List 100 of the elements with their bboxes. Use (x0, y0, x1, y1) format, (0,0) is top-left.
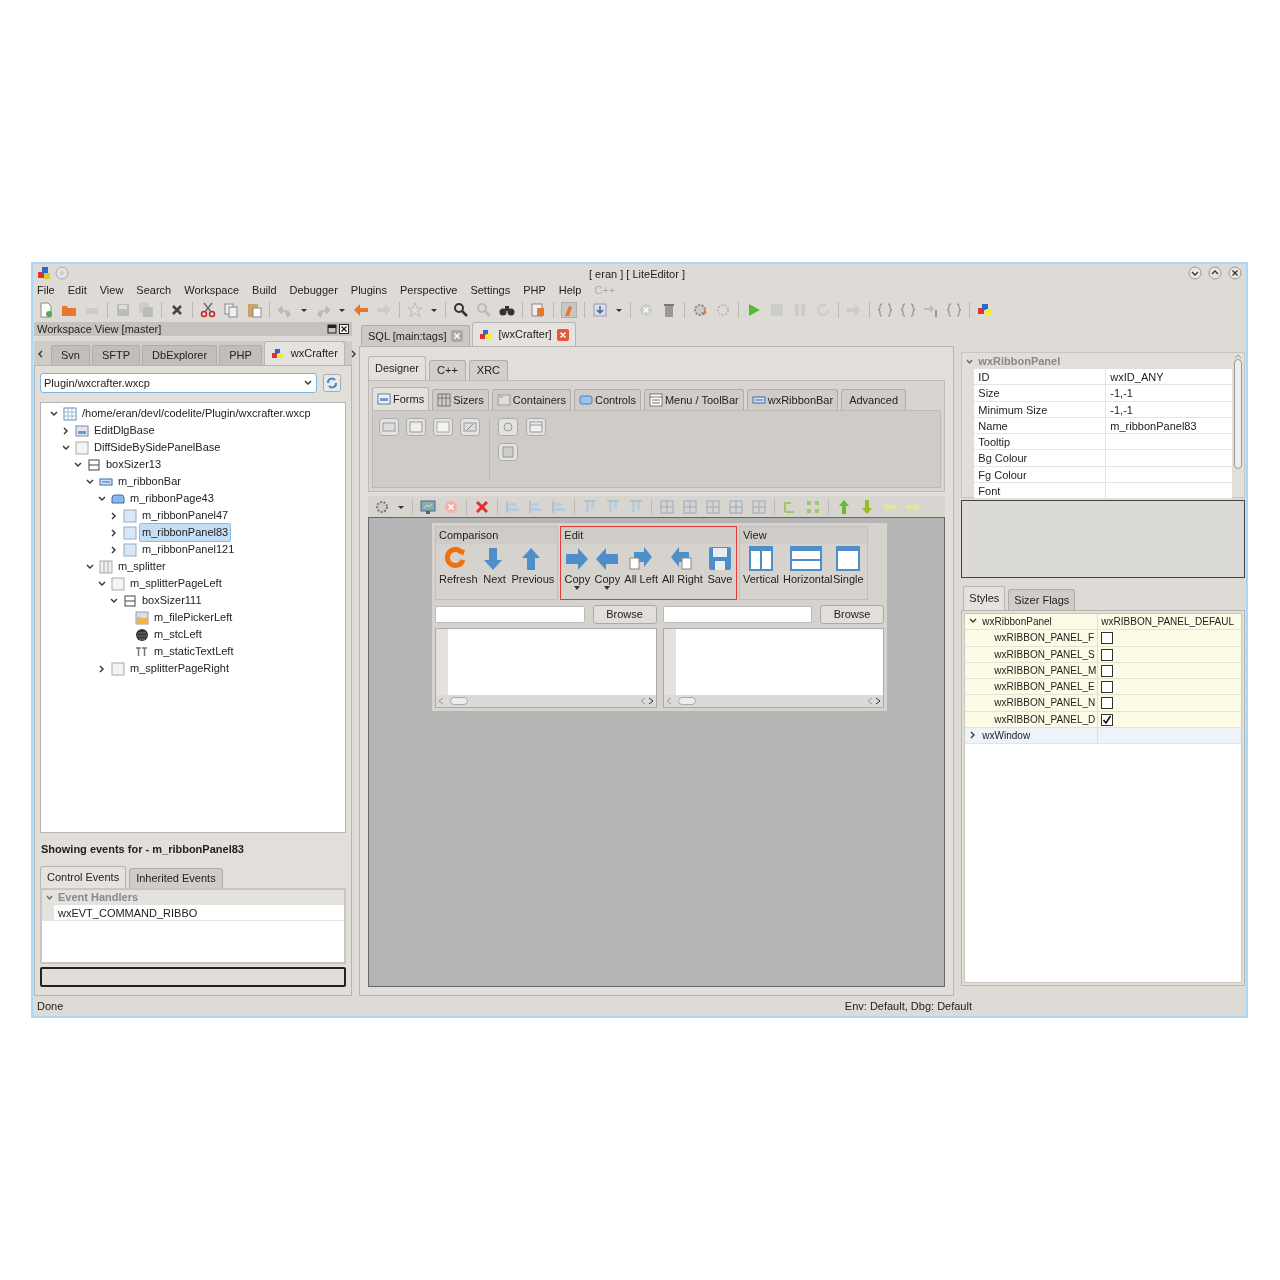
ribbon-button[interactable]: Save (705, 546, 734, 591)
widget-button-icon[interactable] (498, 443, 518, 461)
floppies-icon[interactable] (138, 302, 154, 318)
tab[interactable]: wxCrafter (263, 341, 345, 365)
scroll-right-icon[interactable] (647, 697, 654, 705)
scroll-right-icon[interactable] (875, 697, 881, 705)
align-icon[interactable] (605, 498, 621, 515)
tab[interactable]: Designer (368, 356, 427, 380)
tree-item[interactable]: m_splitterPageLeft (127, 574, 225, 593)
caret-icon[interactable] (338, 306, 346, 314)
left-arrow-icon[interactable] (353, 302, 369, 318)
braces-icon[interactable] (900, 302, 916, 318)
tree-item[interactable]: EditDlgBase (91, 421, 158, 440)
menu-item[interactable]: PHP (523, 282, 546, 299)
search-icon[interactable] (453, 302, 469, 318)
tree-item[interactable]: m_ribbonPanel83 (139, 523, 232, 542)
tab[interactable]: Controls (573, 389, 641, 410)
ribbon-button[interactable]: Next (480, 546, 509, 585)
floppy-icon[interactable] (115, 302, 131, 318)
caret-icon[interactable] (615, 306, 623, 314)
ribbon-button[interactable]: Previous (510, 546, 556, 585)
new-file-icon[interactable] (38, 302, 54, 318)
grid-icon[interactable] (705, 498, 721, 515)
widget-button-icon[interactable] (526, 418, 546, 436)
tab[interactable]: Menu / ToolBar (643, 389, 744, 410)
tab[interactable]: Advanced (841, 389, 907, 410)
tree-item[interactable]: m_splitterPageRight (127, 659, 233, 678)
caret-icon[interactable] (300, 306, 308, 314)
gear-icon[interactable] (692, 302, 708, 318)
tab[interactable]: Inherited Events (129, 867, 223, 888)
blocks-icon[interactable] (977, 302, 993, 318)
property-value[interactable]: m_ribbonPanel83 (1106, 417, 1197, 434)
tree-item[interactable]: m_ribbonPanel47 (139, 506, 232, 525)
menu-item[interactable]: Settings (470, 282, 511, 299)
braces-icon[interactable] (946, 302, 962, 318)
tree-item[interactable]: boxSizer111 (139, 591, 205, 610)
input-field[interactable] (662, 606, 812, 623)
ribbon-button[interactable]: All Right (660, 546, 704, 591)
minimize-icon[interactable] (1188, 266, 1202, 280)
ribbon-button[interactable]: Refresh (438, 546, 479, 585)
align-icon[interactable] (551, 498, 567, 515)
delete-icon[interactable] (474, 498, 490, 515)
monitor-icon[interactable] (420, 498, 436, 515)
trash-icon[interactable] (661, 302, 677, 318)
grid-icon[interactable] (659, 498, 675, 515)
menu-item[interactable]: Edit (67, 282, 87, 299)
ribbon-button[interactable]: Copy (593, 546, 622, 591)
ribbon-button[interactable]: Vertical (741, 546, 780, 585)
input-field[interactable] (435, 606, 585, 623)
menu-item[interactable]: View (99, 282, 124, 299)
align-icon[interactable] (528, 498, 544, 515)
close-icon[interactable] (339, 324, 349, 334)
widget-button-icon[interactable] (433, 418, 453, 436)
checkbox[interactable] (1100, 712, 1115, 727)
restore-icon[interactable] (327, 324, 337, 334)
property-value[interactable]: -1,-1 (1106, 401, 1133, 417)
widget-button-icon[interactable] (406, 418, 426, 436)
widget-button-icon[interactable] (498, 418, 518, 436)
download-icon[interactable] (592, 302, 608, 318)
tree-item[interactable]: DiffSideBySidePanelBase (91, 438, 224, 457)
tab[interactable]: C++ (429, 360, 466, 380)
checkbox[interactable] (1100, 696, 1115, 711)
menu-item[interactable]: Help (558, 282, 582, 299)
tab-close-icon[interactable] (556, 328, 569, 341)
down-arrow-icon[interactable] (859, 498, 875, 515)
align-icon[interactable] (582, 498, 598, 515)
search-clear-icon[interactable] (476, 302, 492, 318)
stop-circle-icon[interactable] (638, 302, 654, 318)
tree-item[interactable]: /home/eran/devl/codelite/Plugin/wxcrafter.wxcp (79, 404, 314, 423)
tab-close-icon[interactable] (451, 330, 464, 342)
project-dropdown[interactable]: Plugin/wxcrafter.wxcp (40, 373, 317, 393)
tab[interactable]: Containers (491, 389, 571, 410)
checkbox[interactable] (1100, 680, 1115, 695)
checkbox[interactable] (1100, 663, 1115, 678)
editor-tab[interactable]: [wxCrafter] (472, 322, 576, 346)
pin-button-icon[interactable] (55, 266, 69, 280)
scroll-left-icon[interactable] (36, 349, 45, 359)
play-icon[interactable] (746, 302, 762, 318)
ribbon-button[interactable]: Copy (563, 546, 592, 591)
editor-tab[interactable]: SQL [main:tags] (361, 325, 471, 346)
grid-icon[interactable] (682, 498, 698, 515)
close-icon[interactable] (1228, 266, 1242, 280)
caret-icon[interactable] (430, 306, 438, 314)
cancel-icon[interactable] (443, 498, 459, 515)
menu-item[interactable]: Plugins (350, 282, 387, 299)
tree-item[interactable]: boxSizer13 (103, 455, 165, 474)
step-icon[interactable] (923, 302, 939, 318)
tree-item[interactable]: m_ribbonPage43 (127, 489, 217, 508)
property-value[interactable]: -1,-1 (1106, 385, 1133, 401)
scrollbar-thumb[interactable] (677, 697, 696, 705)
align-icon[interactable] (628, 498, 644, 515)
tree-item[interactable]: m_stcLeft (151, 625, 205, 644)
tab[interactable]: PHP (219, 345, 262, 365)
ribbon-button[interactable]: All Left (623, 546, 659, 591)
tab[interactable]: Control Events (40, 865, 127, 888)
tab[interactable]: XRC (468, 360, 509, 380)
tab[interactable]: Forms (372, 387, 430, 410)
up-arrow-icon[interactable] (836, 498, 852, 515)
tree-item[interactable]: m_splitter (115, 557, 169, 576)
refresh-button-icon[interactable] (323, 374, 341, 392)
